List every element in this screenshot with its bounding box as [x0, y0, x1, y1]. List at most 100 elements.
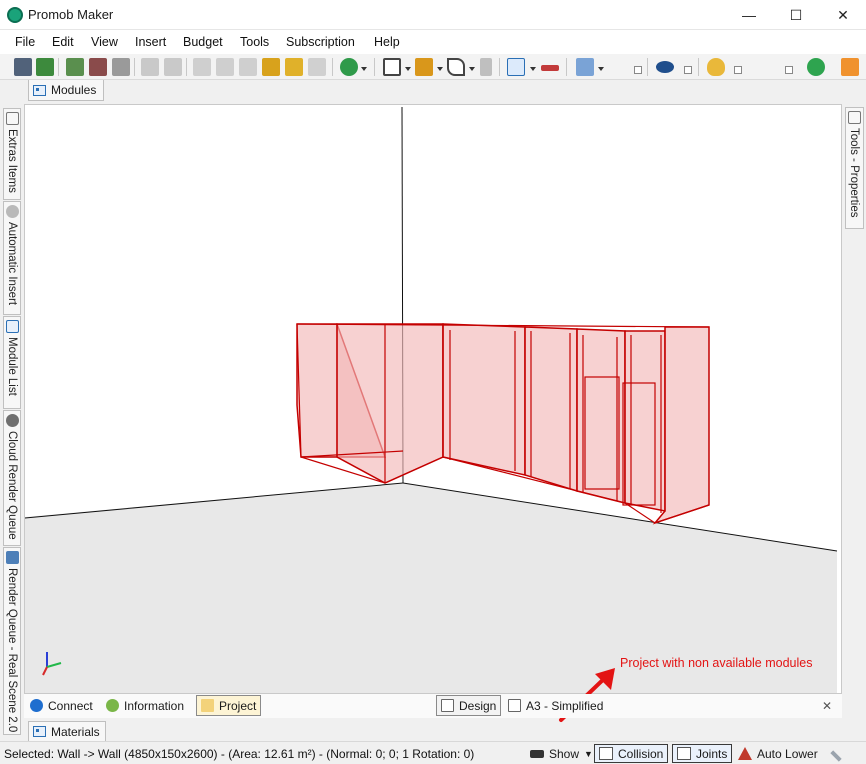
toolbar-separator — [332, 58, 333, 76]
printer-icon[interactable] — [112, 58, 130, 76]
toolbar-separator — [134, 58, 135, 76]
layers-icon[interactable] — [576, 58, 594, 76]
tab-module-list[interactable]: Module List — [3, 316, 21, 409]
menu-bar: File Edit View Insert Budget Tools Subsc… — [0, 30, 866, 54]
light-bulb-icon[interactable] — [707, 58, 725, 76]
close-tab-button[interactable]: ✕ — [818, 695, 836, 716]
tab-project-label: Project — [219, 698, 257, 713]
menu-view[interactable]: View — [91, 35, 118, 49]
connect-icon — [30, 699, 43, 712]
toolbar-separator — [58, 58, 59, 76]
redo-icon[interactable] — [164, 58, 182, 76]
toolbar-separator — [566, 58, 567, 76]
document-icon — [508, 699, 521, 712]
chevron-down-icon[interactable] — [437, 67, 443, 71]
tab-project[interactable]: Project — [196, 695, 262, 716]
chevron-down-icon[interactable] — [598, 67, 604, 71]
gears-icon — [6, 205, 19, 218]
chevron-down-icon[interactable] — [405, 67, 411, 71]
tab-design-label: Design — [459, 698, 497, 713]
toolbar-separator — [186, 58, 187, 76]
toolbar-overflow-dropdown[interactable] — [785, 66, 793, 74]
cut-icon[interactable] — [193, 58, 211, 76]
tab-render-queue[interactable]: Render Queue - Real Scene 2.0 — [3, 547, 21, 735]
close-button[interactable]: ✕ — [820, 0, 866, 30]
menu-file[interactable]: File — [15, 35, 35, 49]
toolbar-overflow-dropdown[interactable] — [684, 66, 692, 74]
panel-icon[interactable] — [480, 58, 492, 76]
minimize-button[interactable]: — — [726, 0, 772, 30]
collision-toggle[interactable]: Collision — [594, 744, 669, 763]
chevron-down-icon[interactable] — [361, 67, 367, 71]
export-icon[interactable] — [36, 58, 54, 76]
toolbar-separator — [499, 58, 500, 76]
maximize-button[interactable]: ☐ — [773, 0, 819, 30]
menu-tools[interactable]: Tools — [240, 35, 269, 49]
list-icon — [6, 320, 19, 333]
tab-information-label: Information — [124, 698, 185, 713]
print-icon[interactable] — [66, 58, 84, 76]
tab-design[interactable]: Design — [436, 695, 502, 716]
annotation-text: Project with non available modules — [620, 656, 813, 670]
layout-icon[interactable] — [415, 58, 433, 76]
print-preview-icon[interactable] — [89, 58, 107, 76]
save-icon[interactable] — [14, 58, 32, 76]
information-icon — [106, 699, 119, 712]
menu-insert[interactable]: Insert — [135, 35, 166, 49]
menu-subscription[interactable]: Subscription — [286, 35, 355, 49]
chevron-down-icon[interactable] — [469, 67, 475, 71]
user-icon[interactable] — [841, 58, 859, 76]
tab-a3-simplified[interactable]: A3 - Simplified — [504, 695, 607, 716]
cabinet-left-front[interactable] — [336, 323, 444, 484]
materials-tab-label: Materials — [51, 724, 100, 739]
chevron-down-icon: ▼ — [584, 748, 593, 759]
hammer-icon[interactable] — [262, 58, 280, 76]
tab-tools-properties[interactable]: Tools - Properties — [845, 107, 864, 229]
app-logo-icon — [7, 7, 23, 23]
tab-render-queue-label: Render Queue - Real Scene 2.0 — [6, 568, 18, 733]
paste-icon[interactable] — [239, 58, 257, 76]
measure-icon[interactable] — [541, 65, 559, 71]
undo-icon[interactable] — [141, 58, 159, 76]
tab-connect[interactable]: Connect — [26, 695, 97, 716]
cabinet-middle-1[interactable] — [442, 323, 526, 476]
delete-icon[interactable] — [308, 58, 326, 76]
menu-help[interactable]: Help — [374, 35, 400, 49]
toolbar-separator — [698, 58, 699, 76]
modules-tab[interactable]: Modules — [28, 80, 104, 101]
show-dropdown[interactable]: Show ▼ — [526, 744, 597, 763]
budget-dollar-icon[interactable] — [340, 58, 358, 76]
auto-lower-toggle[interactable]: Auto Lower — [734, 744, 822, 763]
menu-budget[interactable]: Budget — [183, 35, 223, 49]
paint-roller-icon[interactable] — [285, 58, 303, 76]
group-icon[interactable] — [383, 58, 401, 76]
cabinet-middle-2[interactable] — [524, 326, 578, 493]
select-cursor-icon[interactable] — [507, 58, 525, 76]
tab-extras-items[interactable]: Extras Items — [3, 108, 21, 200]
tools-wrench-button[interactable] — [826, 744, 851, 763]
tab-automatic-insert[interactable]: Automatic Insert — [3, 201, 21, 315]
tab-information[interactable]: Information — [102, 695, 188, 716]
chevron-down-icon[interactable] — [530, 67, 536, 71]
cabinet-middle-3[interactable] — [576, 328, 626, 504]
shape-icon[interactable] — [447, 58, 465, 76]
menu-edit[interactable]: Edit — [52, 35, 74, 49]
eye-icon[interactable] — [656, 61, 674, 73]
modules-tab-label: Modules — [51, 83, 97, 97]
tab-a3-simplified-label: A3 - Simplified — [526, 698, 604, 713]
tab-connect-label: Connect — [48, 698, 93, 713]
materials-tab[interactable]: Materials — [28, 721, 106, 741]
joints-toggle[interactable]: Joints — [672, 744, 733, 763]
title-bar: Promob Maker — ☐ ✕ — [0, 0, 866, 30]
toolbar-overflow-dropdown[interactable] — [634, 66, 642, 74]
tab-cloud-render-queue[interactable]: Cloud Render Queue — [3, 410, 21, 546]
toolbar-separator — [374, 58, 375, 76]
cloud-icon — [6, 414, 19, 427]
paperclip-icon — [6, 112, 19, 125]
check-icon[interactable] — [807, 58, 825, 76]
scene-canvas[interactable] — [25, 105, 842, 694]
copy-icon[interactable] — [216, 58, 234, 76]
design-viewport[interactable] — [24, 104, 842, 694]
toolbar-overflow-dropdown[interactable] — [734, 66, 742, 74]
tab-cloud-render-queue-label: Cloud Render Queue — [6, 431, 18, 540]
